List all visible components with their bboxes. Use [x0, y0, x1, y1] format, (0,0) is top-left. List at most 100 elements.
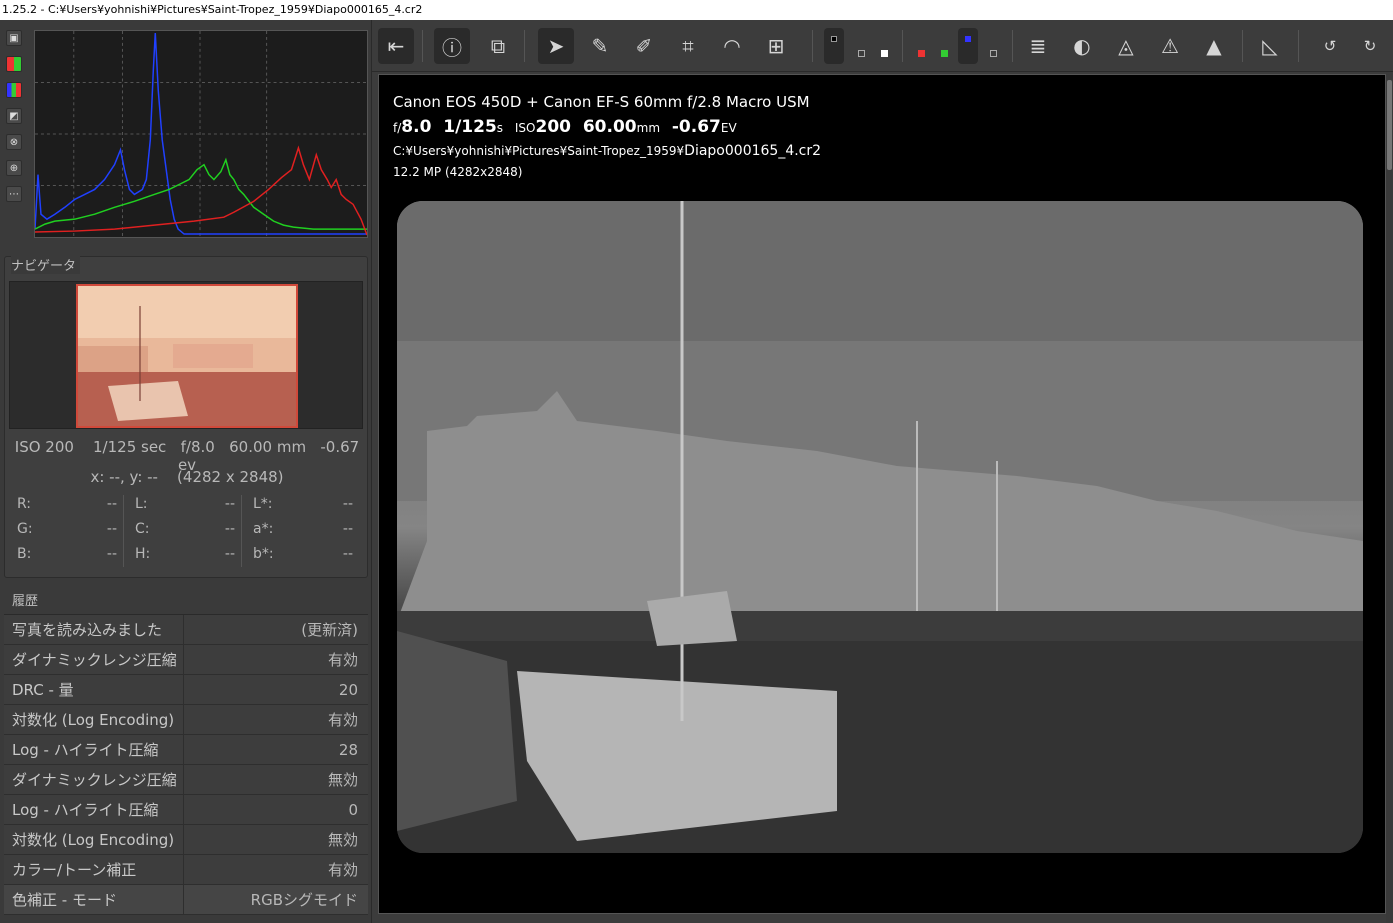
- file-path: C:¥Users¥yohnishi¥Pictures¥Saint-Tropez_…: [393, 143, 822, 159]
- history-value: (更新済): [301, 621, 358, 639]
- history-row-selected[interactable]: 色補正 - モード RGBシグモイド: [4, 885, 368, 915]
- chroma-icon[interactable]: ⊗: [6, 134, 22, 150]
- crosshair-icon[interactable]: ⊕: [6, 160, 22, 176]
- histogram-panel: ▣ ◩ ⊗ ⊕ ⋯: [0, 24, 372, 238]
- viewer-scrollbar[interactable]: [1386, 72, 1393, 923]
- history-value: 20: [338, 681, 358, 699]
- history-row[interactable]: 対数化 (Log Encoding) 無効: [4, 825, 368, 855]
- photo-preview[interactable]: [397, 201, 1363, 853]
- astar-label: a*:: [253, 521, 274, 537]
- l-value: --: [224, 496, 235, 512]
- history-row[interactable]: DRC - 量 20: [4, 675, 368, 705]
- preview-white-icon[interactable]: [877, 46, 891, 60]
- editor-toolbar: ⇤ ⓘ ⧉ ➤ ✎ ✐ ⌗ ◠ ⊞ ≣ ◐ ◬ ⚠ ▲ ◺ ↺ ↻: [372, 20, 1393, 72]
- navigator-view[interactable]: [9, 281, 363, 429]
- history-action: 対数化 (Log Encoding): [4, 825, 184, 855]
- l-label: L:: [135, 496, 148, 512]
- history-action: 色補正 - モード: [4, 885, 184, 915]
- bstar-value: --: [342, 546, 353, 562]
- history-action: カラー/トーン補正: [4, 855, 184, 885]
- lstar-label: L*:: [253, 496, 273, 512]
- preview-r-icon[interactable]: [914, 46, 928, 60]
- resolution: 12.2 MP (4282x2848): [393, 165, 523, 179]
- history-value: RGBシグモイド: [250, 891, 358, 909]
- r-label: R:: [17, 496, 32, 512]
- preview-gray-icon[interactable]: [854, 46, 868, 60]
- navigator-thumbnail[interactable]: [76, 284, 298, 428]
- navigator-title: ナビゲータ: [11, 255, 81, 274]
- camera-lens: Canon EOS 450D + Canon EF-S 60mm f/2.8 M…: [393, 93, 810, 111]
- more-icon[interactable]: ⋯: [6, 186, 22, 202]
- nav-aperture: f/8.0: [180, 438, 215, 456]
- scrollbar-thumb[interactable]: [1387, 80, 1392, 170]
- history-title: 履歴: [12, 594, 39, 609]
- straighten-icon[interactable]: ◠: [714, 28, 750, 64]
- history-value: 28: [338, 741, 358, 759]
- focus-mask-icon[interactable]: ≣: [1020, 28, 1056, 64]
- bstar-label: b*:: [253, 546, 274, 562]
- b-value: --: [106, 546, 117, 562]
- history-value: 無効: [327, 771, 358, 789]
- history-panel: 履歴 写真を読み込みました (更新済) ダイナミックレンジ圧縮 有効 DRC - 量…: [4, 588, 368, 923]
- nav-focal: 60.00 mm: [229, 438, 307, 456]
- crop-icon[interactable]: ⌗: [670, 28, 706, 64]
- history-value: 0: [348, 801, 358, 819]
- hand-tool-icon[interactable]: ➤: [538, 28, 574, 64]
- history-action: DRC - 量: [4, 675, 184, 705]
- h-label: H:: [135, 546, 151, 562]
- info-icon[interactable]: ⓘ: [434, 28, 470, 64]
- history-row[interactable]: 写真を読み込みました (更新済): [4, 615, 368, 645]
- history-value: 有効: [327, 861, 358, 879]
- nav-dimensions: (4282 x 2848): [177, 468, 284, 486]
- history-action: Log - ハイライト圧縮: [4, 735, 184, 765]
- history-row[interactable]: 対数化 (Log Encoding) 有効: [4, 705, 368, 735]
- history-action: 写真を読み込みました: [4, 615, 184, 645]
- navigator-panel: ナビゲータ ISO 200 1/125 sec f/8.0 60.00 mm -…: [4, 255, 368, 578]
- g-value: --: [106, 521, 117, 537]
- history-action: ダイナミックレンジ圧縮: [4, 765, 184, 795]
- preview-channel-icon[interactable]: [824, 28, 844, 64]
- before-after-icon[interactable]: ⧉: [480, 28, 516, 64]
- preview-b-icon[interactable]: [958, 28, 978, 64]
- histogram-icon[interactable]: ▣: [6, 30, 22, 46]
- history-action: ダイナミックレンジ圧縮: [4, 645, 184, 675]
- history-value: 有効: [327, 651, 358, 669]
- exposure-info: f/8.0 1/125s ISO200 60.00mm -0.67EV: [393, 117, 737, 137]
- white-balance-picker-icon[interactable]: ✎: [582, 28, 618, 64]
- nav-iso: ISO 200: [14, 438, 74, 456]
- history-action: 対数化 (Log Encoding): [4, 705, 184, 735]
- image-info-overlay: Canon EOS 450D + Canon EF-S 60mm f/2.8 M…: [393, 93, 821, 179]
- left-panel: ▣ ◩ ⊗ ⊕ ⋯ ナビゲータ ISO 200 1/125 sec f/8.0 …: [0, 20, 372, 923]
- history-value: 有効: [327, 711, 358, 729]
- perspective-icon[interactable]: ⊞: [758, 28, 794, 64]
- warning-icon[interactable]: ⚠: [1152, 28, 1188, 64]
- color-picker-icon[interactable]: ✐: [626, 28, 662, 64]
- b-label: B:: [17, 546, 32, 562]
- raw-icon[interactable]: [6, 56, 22, 72]
- preview-luminance-icon[interactable]: [986, 46, 1000, 60]
- astar-value: --: [342, 521, 353, 537]
- history-row[interactable]: Log - ハイライト圧縮 0: [4, 795, 368, 825]
- image-viewer[interactable]: Canon EOS 450D + Canon EF-S 60mm f/2.8 M…: [378, 74, 1386, 914]
- history-row[interactable]: カラー/トーン補正 有効: [4, 855, 368, 885]
- flip-icon[interactable]: ◺: [1252, 28, 1288, 64]
- c-label: C:: [135, 521, 150, 537]
- history-row[interactable]: ダイナミックレンジ圧縮 有効: [4, 645, 368, 675]
- h-value: --: [224, 546, 235, 562]
- r-value: --: [106, 496, 117, 512]
- rotate-left-icon[interactable]: ↺: [1312, 28, 1348, 64]
- preview-g-icon[interactable]: [937, 46, 951, 60]
- history-row[interactable]: Log - ハイライト圧縮 28: [4, 735, 368, 765]
- luminance-icon[interactable]: ◩: [6, 108, 22, 124]
- g-label: G:: [17, 521, 33, 537]
- rotate-right-icon[interactable]: ↻: [1352, 28, 1388, 64]
- history-row[interactable]: ダイナミックレンジ圧縮 無効: [4, 765, 368, 795]
- shadow-clip-icon[interactable]: ◐: [1064, 28, 1100, 64]
- histogram-graph: [34, 30, 368, 238]
- highlight-clip-icon[interactable]: ◬: [1108, 28, 1144, 64]
- warning-fill-icon[interactable]: ▲: [1196, 28, 1232, 64]
- lstar-value: --: [342, 496, 353, 512]
- history-list[interactable]: 写真を読み込みました (更新済) ダイナミックレンジ圧縮 有効 DRC - 量 20 …: [4, 614, 368, 915]
- rgb-icon[interactable]: [6, 82, 22, 98]
- panel-toggle-icon[interactable]: ⇤: [378, 28, 414, 64]
